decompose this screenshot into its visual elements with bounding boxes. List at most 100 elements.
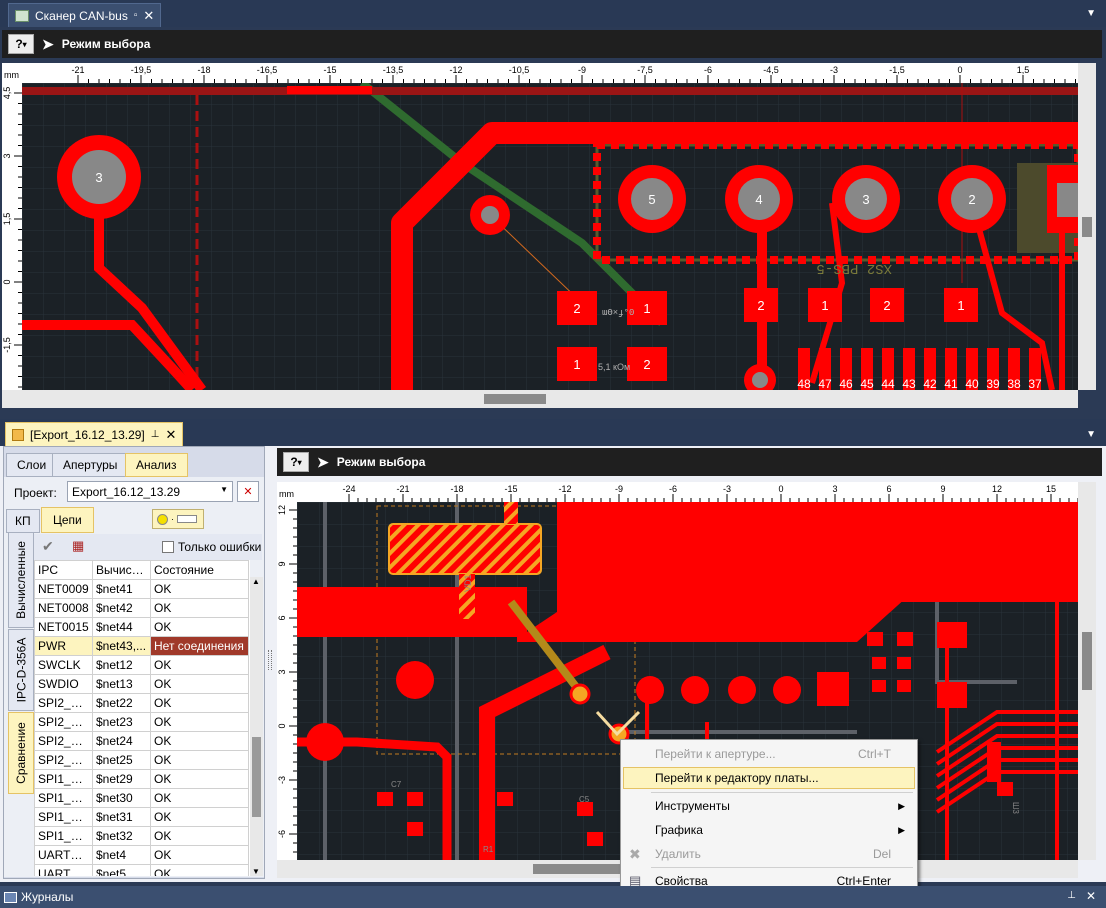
ic-pin-label: 42: [923, 377, 937, 390]
table-row[interactable]: PWR $net43,... Нет соединения: [34, 636, 249, 656]
pin-icon[interactable]: ⊥: [1067, 890, 1076, 901]
splitter-grip[interactable]: [268, 650, 272, 670]
analysis-panel: Слои Апертуры Анализ Проект: Export_16.1…: [3, 446, 265, 879]
logs-bar[interactable]: Журналы ⊥ ✕: [0, 886, 1106, 908]
ruler-label: -13,5: [383, 65, 404, 75]
top-horizontal-ruler: mm -21 -19,5 -18 -16,5 -15 -13,5 -12 -10,5 -9 -7,…: [2, 63, 1078, 83]
ruler-label: -15: [504, 484, 517, 494]
ruler-label: 0: [277, 723, 287, 728]
cell-calc: $net43,...: [92, 636, 151, 656]
close-icon[interactable]: ✕: [165, 428, 176, 441]
silk-label: Ш3: [1011, 802, 1020, 814]
menu-item-goto-aperture[interactable]: Перейти к апертуре... Ctrl+T: [623, 743, 915, 765]
column-header-calc[interactable]: Вычисл...: [92, 560, 151, 580]
table-row[interactable]: SPI2_M... $net23 OK: [34, 712, 249, 732]
pin-icon[interactable]: ▫: [134, 10, 138, 21]
highlight-style-button[interactable]: ·: [152, 509, 204, 529]
cell-state: OK: [150, 655, 249, 675]
ruler-label: -1,5: [2, 337, 12, 353]
table-row[interactable]: SWDIO $net13 OK: [34, 674, 249, 694]
submenu-arrow-icon: ▶: [898, 824, 905, 835]
menu-item-graphics[interactable]: Графика ▶: [623, 819, 915, 841]
cell-ipc: NET0008: [34, 598, 93, 618]
tab-can-scanner[interactable]: Сканер CAN-bus ▫ ✕: [8, 3, 162, 27]
chevron-down-icon: ▼: [220, 485, 228, 494]
ic-pin-label: 40: [965, 377, 979, 390]
window-icon: [4, 891, 17, 903]
table-row[interactable]: NET0015 $net44 OK: [34, 617, 249, 637]
close-icon[interactable]: ✕: [143, 9, 154, 22]
ruler-label: 3: [2, 153, 12, 158]
ruler-label: -24: [342, 484, 355, 494]
table-row[interactable]: NET0009 $net41 OK: [34, 579, 249, 599]
table-row[interactable]: SPI2_M... $net22 OK: [34, 693, 249, 713]
tab-pads[interactable]: КП: [6, 509, 40, 533]
table-row[interactable]: SPI1_M... $net29 OK: [34, 769, 249, 789]
smd-pad-label: 2: [883, 298, 890, 313]
top-vertical-scrollbar[interactable]: [1078, 63, 1096, 390]
tab-computed[interactable]: Вычисленные: [8, 532, 34, 628]
ruler-label: -15: [323, 65, 336, 75]
tab-compare[interactable]: Сравнение: [8, 712, 34, 794]
pin-icon[interactable]: ⊥: [151, 429, 160, 440]
chevron-down-icon[interactable]: ▼: [1086, 8, 1096, 19]
ruler-label: -9: [578, 65, 586, 75]
table-row[interactable]: SPI1_nCS $net32 OK: [34, 826, 249, 846]
delete-doc-icon: ✕: [243, 486, 253, 498]
table-row[interactable]: UART_RX $net5 OK: [34, 864, 249, 876]
tab-apertures[interactable]: Апертуры: [52, 453, 129, 477]
table-row[interactable]: SPI1_M... $net30 OK: [34, 788, 249, 808]
project-select[interactable]: Export_16.12_13.29 ▼: [67, 481, 233, 502]
tab-nets[interactable]: Цепи: [41, 507, 94, 533]
cell-state: OK: [150, 674, 249, 694]
table-row[interactable]: SPI2_nCS $net25 OK: [34, 750, 249, 770]
tab-ipc[interactable]: IPC-D-356A: [8, 629, 34, 711]
mode-label: Режим выбора: [61, 37, 151, 51]
bottom-vertical-scrollbar[interactable]: [1078, 482, 1096, 860]
grid-delete-icon[interactable]: ▦: [72, 538, 84, 554]
cell-calc: $net4: [92, 845, 151, 865]
cell-ipc: NET0015: [34, 617, 93, 637]
cell-state: Нет соединения: [150, 636, 249, 656]
ruler-label: -9: [615, 484, 623, 494]
column-header-state[interactable]: Состояние: [150, 560, 249, 580]
table-scrollbar[interactable]: ▲ ▼: [250, 577, 263, 876]
menu-item-tools[interactable]: Инструменты ▶: [623, 795, 915, 817]
chevron-down-icon[interactable]: ▼: [1086, 429, 1096, 440]
top-toolbar: ? ▾ ➤ Режим выбора: [2, 30, 1102, 58]
table-row[interactable]: SPI2_SCK $net24 OK: [34, 731, 249, 751]
ruler-label: -12: [449, 65, 462, 75]
document-icon: [12, 428, 24, 441]
table-row[interactable]: UART_TX $net4 OK: [34, 845, 249, 865]
cell-calc: $net24: [92, 731, 151, 751]
cell-calc: $net23: [92, 712, 151, 732]
table-row[interactable]: SWCLK $net12 OK: [34, 655, 249, 675]
ruler-label: 12: [277, 505, 287, 515]
top-horizontal-scrollbar[interactable]: [2, 390, 1078, 408]
menu-item-goto-board-editor[interactable]: Перейти к редактору платы...: [623, 767, 915, 789]
only-errors-checkbox[interactable]: [162, 541, 174, 553]
cell-state: OK: [150, 579, 249, 599]
tab-export[interactable]: [Export_16.12_13.29] ⊥ ✕: [5, 422, 184, 446]
close-icon[interactable]: ✕: [1086, 889, 1096, 903]
close-project-button[interactable]: ✕: [237, 481, 259, 502]
document-icon: [15, 9, 29, 22]
table-row[interactable]: NET0008 $net42 OK: [34, 598, 249, 618]
ic-pin-label: 44: [881, 377, 895, 390]
table-row[interactable]: SPI1_SCK $net31 OK: [34, 807, 249, 827]
ruler-label: 0: [2, 279, 12, 284]
column-header-ipc[interactable]: IPC: [34, 560, 93, 580]
menu-item-delete[interactable]: ✖ Удалить Del: [623, 843, 915, 865]
ruler-label: 1,5: [1017, 65, 1030, 75]
tab-layers[interactable]: Слои: [6, 453, 58, 477]
cell-calc: $net22: [92, 693, 151, 713]
ruler-label: -19,5: [131, 65, 152, 75]
help-button[interactable]: ? ▾: [283, 452, 309, 472]
silk-label: C7: [391, 780, 402, 789]
top-pcb-canvas[interactable]: 3 5 4 3 2 2 1 1 2 2 1 2 1 ɯӨ×ɟ°0 5,1 кОм…: [22, 83, 1078, 390]
ruler-label: 9: [940, 484, 945, 494]
check-icon[interactable]: ✔: [42, 538, 54, 555]
tab-analysis[interactable]: Анализ: [125, 453, 188, 477]
help-button[interactable]: ? ▾: [8, 34, 34, 54]
ic-pin-label: 48: [797, 377, 811, 390]
